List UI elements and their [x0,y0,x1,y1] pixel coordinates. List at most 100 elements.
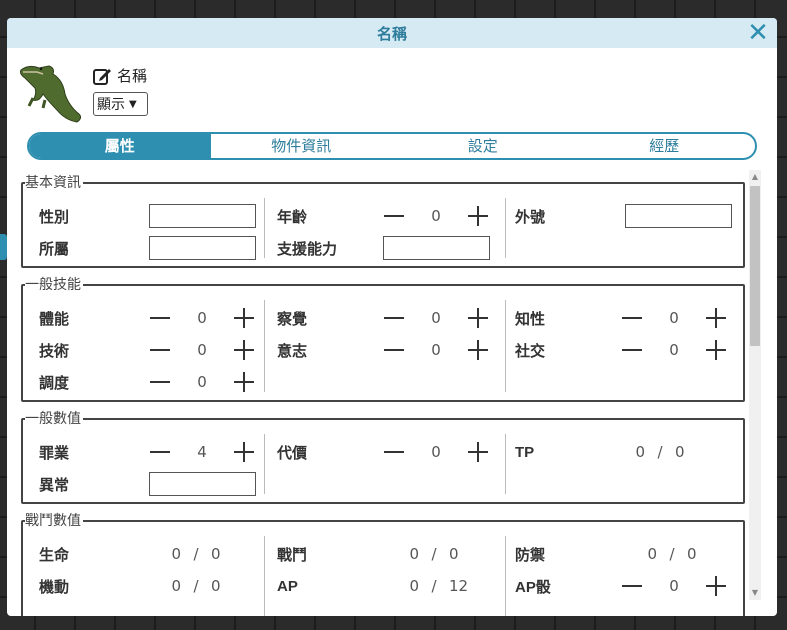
life-ratio: 0 / 0 [151,545,241,563]
decrement-button[interactable] [383,441,405,463]
combat-battle: 戰鬥 0 / 0 [277,542,479,566]
increment-button[interactable] [467,441,489,463]
section-title: 基本資訊 [25,175,83,191]
section-combat-values: 戰鬥數值 生命 0 / 0 機動 0 / 0 戰鬥 0 / 0 AP 0 / 1… [21,513,745,616]
increment-button[interactable] [233,307,255,329]
field-label: 異常 [39,475,70,494]
social-stepper: 0 [621,339,727,361]
skill-physique: 體能 0 [39,306,255,330]
tp-ratio: 0 / 0 [615,443,705,461]
stepper-value: 0 [197,309,207,327]
increment-button[interactable] [467,205,489,227]
stepper-value: 4 [197,443,207,461]
scrollbar-thumb[interactable] [750,186,760,346]
abnormal-input[interactable] [149,472,256,496]
decrement-button[interactable] [149,339,171,361]
tab-settings[interactable]: 設定 [392,134,574,158]
affiliation-input[interactable] [149,236,256,260]
column-divider [264,536,265,616]
scroll-up-icon[interactable]: ▲ [749,170,761,184]
decrement-button[interactable] [149,371,171,393]
value-price: 代價 0 [277,440,489,464]
dialog-title: 名稱 [376,24,407,43]
increment-button[interactable] [705,575,727,597]
will-stepper: 0 [383,339,489,361]
chevron-down-icon: ▼ [129,98,137,110]
age-stepper: 0 [383,205,489,227]
decrement-button[interactable] [149,307,171,329]
column-divider [264,198,265,258]
separator: / [193,545,199,563]
close-icon[interactable]: ✕ [747,20,769,46]
decrement-button[interactable] [383,307,405,329]
decrement-button[interactable] [383,205,405,227]
tab-object-info[interactable]: 物件資訊 [211,134,393,158]
increment-button[interactable] [705,339,727,361]
character-header: 名稱 顯示 ▼ [7,48,777,130]
stepper-value: 0 [431,207,441,225]
combat-mobility: 機動 0 / 0 [39,574,241,598]
vertical-scrollbar[interactable]: ▲ ▼ [749,170,761,600]
stepper-value: 0 [431,309,441,327]
name-row: 名稱 [92,65,147,86]
tab-attributes[interactable]: 屬性 [29,134,211,158]
left-side-tab[interactable] [0,234,7,260]
decrement-button[interactable] [383,339,405,361]
increment-button[interactable] [467,339,489,361]
separator: / [193,577,199,595]
decrement-button[interactable] [621,307,643,329]
field-label: 機動 [39,577,70,596]
separator: / [657,443,663,461]
increment-button[interactable] [705,307,727,329]
current-value: 0 [171,545,181,563]
separator: / [431,545,437,563]
price-stepper: 0 [383,441,489,463]
field-label: 外號 [515,207,546,226]
max-value: 0 [675,443,685,461]
field-label: 性別 [39,207,70,226]
tab-history[interactable]: 經歷 [574,134,756,158]
increment-button[interactable] [233,371,255,393]
max-value: 0 [211,577,221,595]
visibility-select-value: 顯示 [97,97,125,113]
section-general-values: 一般數值 罪業 4 異常 代價 0 TP 0 / 0 [21,411,745,504]
battle-ratio: 0 / 0 [389,545,479,563]
field-label: 防禦 [515,545,546,564]
decrement-button[interactable] [149,441,171,463]
sin-stepper: 4 [149,441,255,463]
column-divider [505,300,506,392]
field-age: 年齡 0 [277,204,489,228]
field-label: 察覺 [277,309,308,328]
scroll-down-icon[interactable]: ▼ [749,586,761,600]
field-affiliation: 所屬 [39,236,256,260]
perception-stepper: 0 [383,307,489,329]
current-value: 0 [409,545,419,563]
increment-button[interactable] [233,339,255,361]
intellect-stepper: 0 [621,307,727,329]
decrement-button[interactable] [621,339,643,361]
separator: / [669,545,675,563]
field-label: 知性 [515,309,546,328]
composure-stepper: 0 [149,371,255,393]
combat-life: 生命 0 / 0 [39,542,241,566]
column-divider [505,198,506,258]
skill-perception: 察覺 0 [277,306,489,330]
decrement-button[interactable] [621,575,643,597]
section-title: 一般數值 [25,411,83,427]
increment-button[interactable] [233,441,255,463]
field-label: 社交 [515,341,546,360]
field-label: 戰鬥 [277,545,308,564]
combat-ap-die: AP骰 0 [515,574,727,598]
current-value: 0 [171,577,181,595]
stepper-value: 0 [197,373,207,391]
field-gender: 性別 [39,204,256,228]
max-value: 0 [687,545,697,563]
edit-icon[interactable] [92,66,112,86]
support-ability-input[interactable] [383,236,490,260]
combat-ap: AP 0 / 12 [277,574,479,598]
nickname-input[interactable] [625,204,732,228]
skill-will: 意志 0 [277,338,489,362]
visibility-select[interactable]: 顯示 ▼ [93,92,148,116]
gender-input[interactable] [149,204,256,228]
increment-button[interactable] [467,307,489,329]
